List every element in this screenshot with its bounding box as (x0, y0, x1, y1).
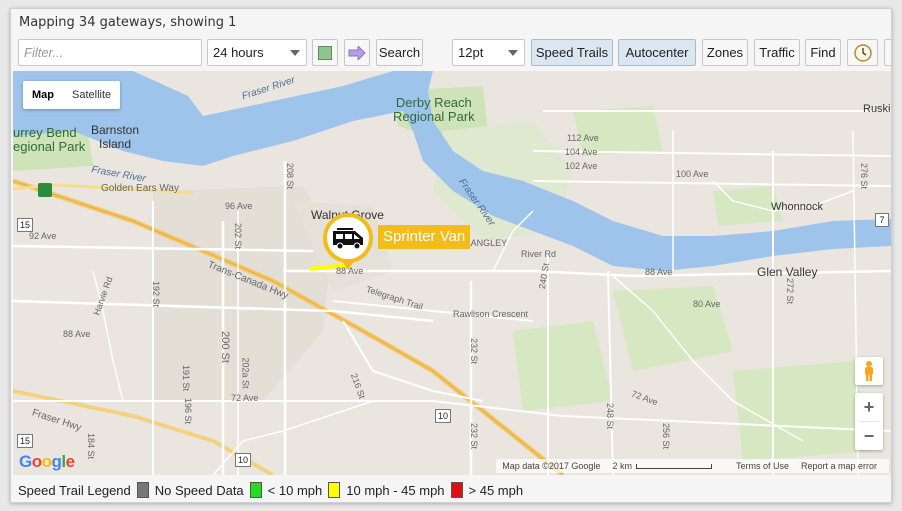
van-icon (333, 228, 363, 249)
road-label: 112 Ave (567, 133, 599, 143)
highway-shield-10: 10 (235, 453, 251, 467)
street-view-pegman[interactable] (855, 357, 883, 385)
find-button[interactable]: Find (805, 39, 841, 66)
map-type-map-button[interactable]: Map (23, 81, 63, 109)
road-label: Golden Ears Way (101, 183, 179, 194)
road-label: 104 Ave (565, 147, 598, 157)
clock-icon (853, 43, 872, 62)
zoom-out-button[interactable]: − (855, 422, 883, 450)
app-frame: Mapping 34 gateways, showing 1 Filter...… (0, 0, 902, 511)
place-label-derby-reach: Derby Reach Regional Park (393, 95, 475, 124)
map-data-credit: Map data ©2017 Google (502, 461, 601, 471)
road-label: 72 Ave (231, 393, 259, 403)
place-label-surrey-bend: urrey Bend egional Park (13, 125, 86, 154)
place-label-glen-valley: Glen Valley (757, 265, 818, 279)
zoom-control: + − (855, 393, 883, 450)
legend-title: Speed Trail Legend (18, 482, 131, 498)
arrow-right-icon (348, 45, 366, 60)
scale-line (635, 463, 712, 469)
map-canvas[interactable]: 15 15 10 10 7 Barnston Island urrey Bend… (13, 71, 891, 475)
road-label: 202a St (240, 357, 251, 389)
zoom-in-button[interactable]: + (855, 393, 883, 421)
vehicle-label[interactable]: Sprinter Van (378, 225, 471, 249)
legend-label: No Speed Data (154, 482, 244, 498)
road-label: 88 Ave (63, 329, 91, 339)
highway-shield-15: 15 (17, 434, 33, 448)
legend-swatch-yellow (328, 482, 341, 498)
zones-button[interactable]: Zones (702, 39, 748, 66)
road-label: 202 St (233, 222, 244, 250)
pegman-icon (865, 361, 873, 381)
filter-input[interactable]: Filter... (18, 39, 202, 66)
map-type-satellite-button[interactable]: Satellite (63, 81, 120, 109)
time-range-select[interactable]: 24 hours (207, 39, 307, 66)
road-label: 102 Ave (565, 161, 598, 171)
chevron-down-icon (290, 50, 300, 56)
road-label: 88 Ave (645, 267, 673, 277)
legend-label: 10 mph - 45 mph (346, 482, 445, 498)
stop-button[interactable] (312, 39, 338, 66)
report-error-link[interactable]: Report a map error (801, 461, 877, 471)
road-label: 92 Ave (29, 231, 57, 241)
road-label: 276 St (859, 162, 870, 190)
legend-swatch-green (249, 482, 262, 498)
more-button[interactable] (884, 39, 891, 66)
gateway-map-panel: Mapping 34 gateways, showing 1 Filter...… (10, 8, 892, 503)
road-label: 232 St (469, 422, 480, 450)
legend-label: < 10 mph (267, 482, 323, 498)
time-range-value: 24 hours (213, 45, 264, 60)
road-label: 196 St (183, 397, 194, 425)
road-label: 96 Ave (225, 201, 253, 211)
road-label: 200 St (218, 331, 231, 363)
scale-label: 2 km (612, 461, 632, 471)
clock-button[interactable] (847, 39, 878, 66)
highway-shield-15: 15 (17, 218, 33, 232)
autocenter-toggle[interactable]: Autocenter (618, 39, 696, 66)
road-label: 184 St (86, 432, 97, 460)
legend-label: > 45 mph (468, 482, 524, 498)
place-label-barnston: Barnston Island (91, 123, 140, 151)
road-label: 192 St (151, 280, 162, 308)
map-attribution: Map data ©2017 Google 2 km Terms of Use … (496, 459, 889, 473)
road-label: 248 St (605, 402, 616, 430)
font-size-value: 12pt (458, 45, 484, 60)
road-label: 256 St (661, 422, 672, 450)
place-label-ruskin: Ruski (863, 103, 891, 115)
stop-square-icon (318, 45, 332, 60)
road-label: 80 Ave (693, 299, 721, 309)
legend-swatch-red (450, 482, 463, 498)
highway-shield-7: 7 (875, 213, 889, 227)
play-button[interactable] (344, 39, 370, 66)
road-label: 208 St (285, 162, 296, 190)
road-label: 191 St (181, 364, 192, 392)
traffic-button[interactable]: Traffic (754, 39, 800, 66)
map-type-control: Map Satellite (23, 81, 121, 109)
search-button[interactable]: Search (376, 39, 423, 66)
map-toolbar: Filter... 24 hours Search 12pt Speed Tra… (18, 39, 891, 67)
road-label: 232 St (469, 337, 480, 365)
highway-shield-10: 10 (435, 409, 451, 423)
font-size-select[interactable]: 12pt (452, 39, 525, 66)
road-label: River Rd (521, 249, 557, 259)
place-label-whonnock: Whonnock (771, 201, 823, 213)
speed-trail-legend: Speed Trail Legend No Speed Data < 10 mp… (18, 481, 523, 499)
trans-canada-shield-icon (38, 183, 52, 197)
vehicle-marker[interactable] (323, 213, 373, 263)
terms-link[interactable]: Terms of Use (736, 461, 789, 471)
road-label: 100 Ave (676, 169, 709, 179)
place-label-rawlison: Rawlison Crescent (453, 309, 529, 319)
chevron-down-icon (508, 50, 518, 56)
mapping-status-title: Mapping 34 gateways, showing 1 (19, 15, 237, 30)
road-label: 272 St (785, 277, 796, 305)
scale-bar: 2 km (612, 461, 724, 471)
speed-trails-toggle[interactable]: Speed Trails (531, 39, 613, 66)
vehicle-marker-tip (341, 260, 355, 270)
legend-swatch-gray (136, 482, 149, 498)
